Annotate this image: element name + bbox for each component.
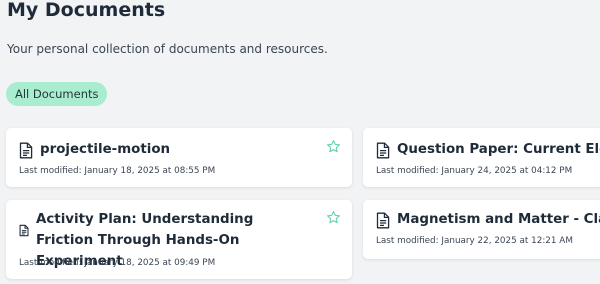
filter-all-documents[interactable]: All Documents <box>6 82 108 106</box>
document-icon <box>376 142 390 159</box>
last-modified: Last modified: January 18, 2025 at 08:55… <box>19 166 216 176</box>
document-card-magnetism-and-matter[interactable]: Magnetism and Matter - Class 12 P Last m… <box>363 200 600 259</box>
document-card-projectile-motion[interactable]: projectile-motion Last modified: January… <box>6 128 352 187</box>
document-icon <box>19 224 29 237</box>
document-icon <box>19 142 33 159</box>
page-subtitle: Your personal collection of documents an… <box>7 42 328 56</box>
star-outline-icon[interactable] <box>326 210 341 225</box>
document-card-friction-activity[interactable]: Activity Plan: Understanding Friction Th… <box>6 200 352 279</box>
document-card-current-electricity[interactable]: Question Paper: Current Electricity Last… <box>363 128 600 187</box>
document-title[interactable]: Question Paper: Current Electricity <box>397 139 600 160</box>
page-title: My Documents <box>7 0 166 21</box>
document-title[interactable]: Magnetism and Matter - Class 12 P <box>397 209 600 230</box>
star-outline-icon[interactable] <box>326 139 341 154</box>
document-title[interactable]: projectile-motion <box>40 139 170 160</box>
document-icon <box>376 212 390 229</box>
last-modified: Last modified: January 24, 2025 at 04:12… <box>376 166 573 176</box>
last-modified: Last modified: January 22, 2025 at 12:21… <box>376 236 573 246</box>
last-modified: Last modified: January 18, 2025 at 09:49… <box>19 258 216 268</box>
